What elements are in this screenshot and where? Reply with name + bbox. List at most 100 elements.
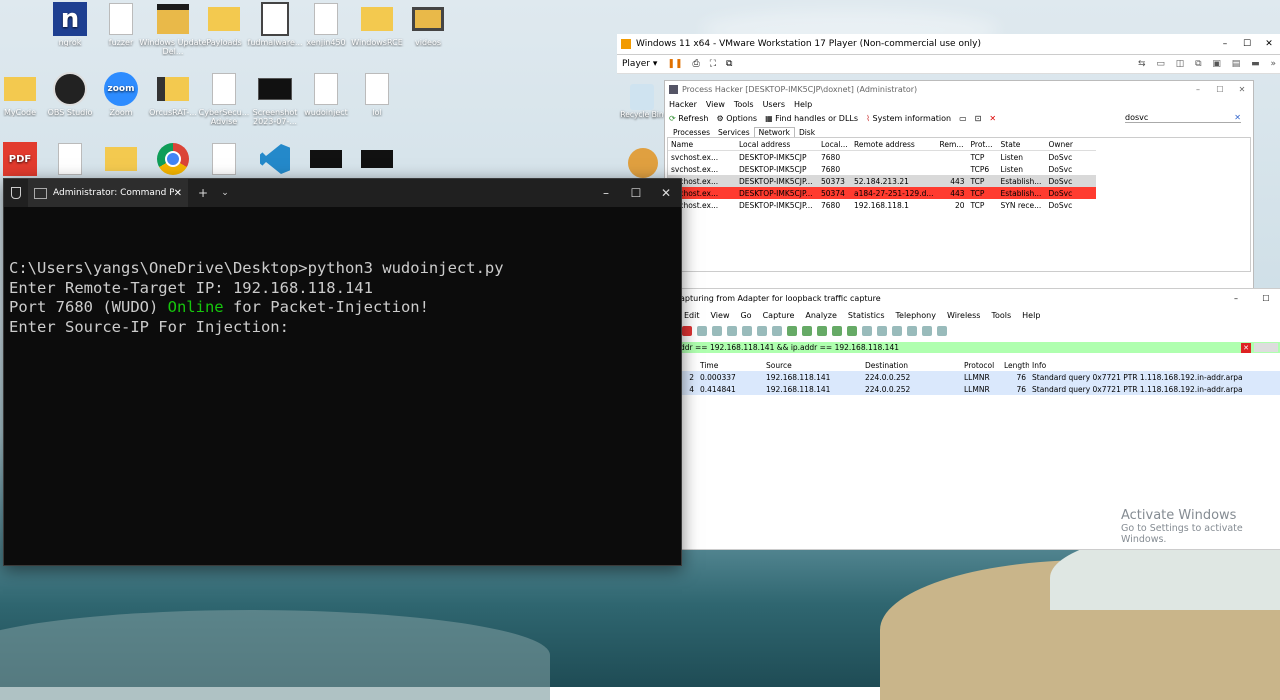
column-header[interactable]: Info	[1029, 359, 1280, 371]
ph-minimize-button[interactable]: –	[1187, 85, 1209, 94]
resize-columns-icon[interactable]	[937, 326, 947, 336]
ws-maximize-button[interactable]: ☐	[1251, 294, 1280, 303]
fullscreen-icon[interactable]: ⧉	[726, 59, 732, 69]
display-filter-input[interactable]: ddr == 192.168.118.141 && ip.addr == 192…	[677, 342, 1280, 353]
ws-menubar: Edit View Go Capture Analyze Statistics …	[677, 307, 1280, 323]
zoom-reset-icon[interactable]	[922, 326, 932, 336]
tab-processes[interactable]: Processes	[669, 128, 714, 137]
kill-icon[interactable]: ✕	[989, 114, 996, 123]
ph-menu-help[interactable]: Help	[794, 100, 812, 109]
column-header[interactable]: Local...	[818, 138, 851, 151]
desktop-icon-videos[interactable]: videos	[393, 2, 463, 47]
ws-minimize-button[interactable]: –	[1221, 294, 1251, 303]
apply-filter-icon[interactable]	[1254, 343, 1278, 352]
column-header[interactable]: Owner	[1046, 138, 1096, 151]
options-button[interactable]: ⚙ Options	[716, 114, 757, 123]
table-row[interactable]: 4 0.414841 192.168.118.141 224.0.0.252 L…	[677, 383, 1280, 395]
ws-menu-wireless[interactable]: Wireless	[947, 311, 980, 320]
table-row[interactable]: svchost.ex... DESKTOP-IMK5CJP 7680 TCP Li…	[668, 151, 1096, 164]
column-header[interactable]: State	[998, 138, 1046, 151]
ws-menu-statistics[interactable]: Statistics	[848, 311, 885, 320]
ph-search-input[interactable]: dosvc ✕	[1125, 113, 1241, 123]
ph-network-table: Name Local address Local... Remote addre…	[668, 138, 1096, 211]
ph-menu-tools[interactable]: Tools	[734, 100, 754, 109]
vm-desktop-shortcut[interactable]	[628, 148, 658, 178]
clear-search-icon[interactable]: ✕	[1234, 113, 1241, 122]
ph-menu-view[interactable]: View	[706, 100, 725, 109]
autoscroll-icon[interactable]	[862, 326, 872, 336]
first-icon[interactable]	[832, 326, 842, 336]
close-button[interactable]: ✕	[1258, 39, 1280, 49]
terminal-line: Enter Remote-Target IP: 192.168.118.141	[9, 278, 373, 297]
pause-icon[interactable]: ❚❚	[667, 59, 682, 69]
goto-icon[interactable]	[817, 326, 827, 336]
tab-dropdown-icon[interactable]: ⌄	[218, 188, 232, 198]
table-row[interactable]: svchost.ex... DESKTOP-IMK5CJP... 50374 a18…	[668, 187, 1096, 199]
table-row[interactable]: svchost.ex... DESKTOP-IMK5CJP... 7680 192.…	[668, 199, 1096, 211]
tab-network[interactable]: Network	[753, 127, 795, 137]
clear-filter-icon[interactable]: ✕	[1241, 342, 1251, 353]
column-header[interactable]: Prot...	[968, 138, 998, 151]
ph-close-button[interactable]: ✕	[1231, 85, 1253, 94]
last-icon[interactable]	[847, 326, 857, 336]
close-file-icon[interactable]	[742, 326, 752, 336]
window-icon[interactable]: ▭	[959, 114, 967, 123]
back-icon[interactable]	[787, 326, 797, 336]
tab-services[interactable]: Services	[714, 128, 754, 137]
zoom-in-icon[interactable]	[892, 326, 902, 336]
ws-menu-tools[interactable]: Tools	[991, 311, 1011, 320]
cmd-tab[interactable]: Administrator: Command Pro ✕	[28, 179, 188, 207]
table-row[interactable]: svchost.ex... DESKTOP-IMK5CJP 7680 TCP6 L…	[668, 163, 1096, 175]
colorize-icon[interactable]	[877, 326, 887, 336]
minimize-button[interactable]: –	[1214, 39, 1236, 49]
column-header[interactable]: Source	[763, 359, 862, 371]
cmd-minimize-button[interactable]: –	[591, 186, 621, 200]
zoom-out-icon[interactable]	[907, 326, 917, 336]
table-row[interactable]: svchost.ex... DESKTOP-IMK5CJP... 50373 52.…	[668, 175, 1096, 187]
system-information-button[interactable]: ⌇ System information	[866, 114, 951, 123]
column-header[interactable]: Local address	[736, 138, 818, 151]
terminal-output[interactable]: C:\Users\yangs\OneDrive\Desktop>python3 …	[4, 207, 681, 337]
find-window-icon[interactable]: ⊡	[975, 114, 982, 123]
player-menu-button[interactable]: Player ▾	[622, 59, 657, 69]
column-header[interactable]: Protocol	[961, 359, 1001, 371]
ws-menu-edit[interactable]: Edit	[684, 311, 700, 320]
desktop-icon-lol[interactable]: lol	[342, 72, 412, 117]
options-icon[interactable]	[697, 326, 707, 336]
cmd-close-button[interactable]: ✕	[651, 186, 681, 200]
ws-menu-help[interactable]: Help	[1022, 311, 1040, 320]
stop-capture-icon[interactable]	[682, 326, 692, 336]
fit-guest-icon[interactable]: ⛶	[710, 59, 716, 69]
maximize-button[interactable]: ☐	[1236, 39, 1258, 49]
column-header[interactable]: Time	[697, 359, 763, 371]
tab-disk[interactable]: Disk	[795, 128, 819, 137]
column-header[interactable]: Remote address	[851, 138, 937, 151]
search-icon[interactable]	[772, 326, 782, 336]
forward-icon[interactable]	[802, 326, 812, 336]
column-header[interactable]: Length	[1001, 359, 1029, 371]
save-file-icon[interactable]	[727, 326, 737, 336]
column-header[interactable]: Name	[668, 138, 736, 151]
ph-menu-users[interactable]: Users	[763, 100, 785, 109]
open-file-icon[interactable]	[712, 326, 722, 336]
ws-menu-analyze[interactable]: Analyze	[805, 311, 837, 320]
ws-menu-capture[interactable]: Capture	[763, 311, 795, 320]
column-header[interactable]: Destination	[862, 359, 961, 371]
ph-maximize-button[interactable]: ☐	[1209, 85, 1231, 94]
refresh-button[interactable]: ⟳ Refresh	[669, 114, 708, 123]
find-handles-button[interactable]: ▦ Find handles or DLLs	[765, 114, 858, 123]
desktop-icon-image-2[interactable]	[342, 142, 412, 178]
new-tab-button[interactable]: +	[188, 186, 218, 200]
ws-menu-telephony[interactable]: Telephony	[896, 311, 936, 320]
vm-recycle-bin[interactable]: Recycle Bin	[620, 84, 664, 119]
send-keys-icon[interactable]: ⎙	[693, 59, 700, 69]
ws-menu-view[interactable]: View	[711, 311, 730, 320]
ws-menu-go[interactable]: Go	[740, 311, 751, 320]
column-header[interactable]: Rem...	[937, 138, 968, 151]
ph-menu-hacker[interactable]: Hacker	[669, 100, 697, 109]
reload-icon[interactable]	[757, 326, 767, 336]
table-row[interactable]: 2 0.000337 192.168.118.141 224.0.0.252 L…	[677, 371, 1280, 383]
device-icons[interactable]: ⇆ ▭ ◫ ⧉ ▣ ▤ ▬ »	[1138, 59, 1280, 69]
cmd-maximize-button[interactable]: ☐	[621, 186, 651, 200]
tab-close-icon[interactable]: ✕	[174, 188, 182, 199]
